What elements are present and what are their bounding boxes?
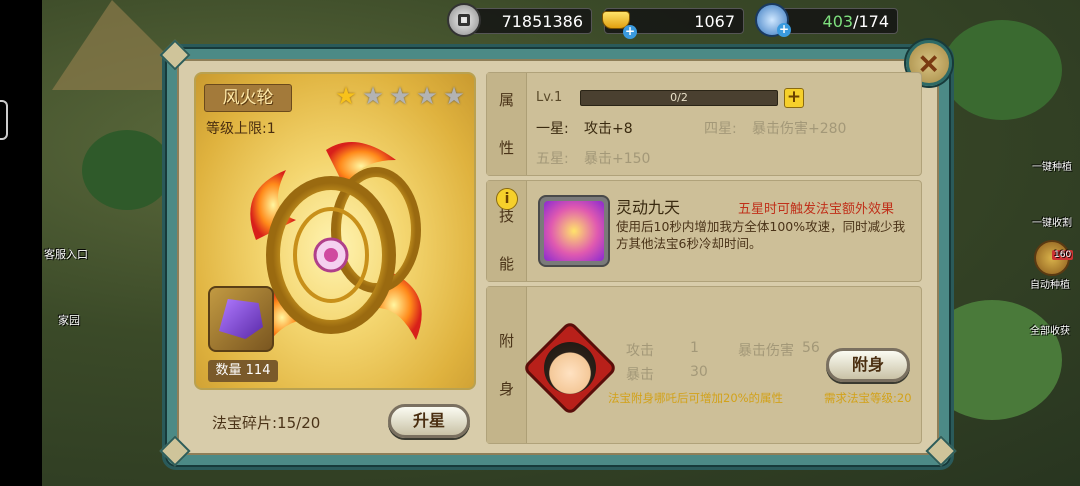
badge: 160 xyxy=(1052,250,1074,260)
attach-panel-label: 附 身 xyxy=(487,287,527,443)
treasure-card: 风火轮 等级上限:1 ★ ★ ★ ★ ★ 数量 114 xyxy=(194,72,476,390)
gold-value: 1067 xyxy=(694,11,735,31)
star-rating: ★ ★ ★ ★ ★ xyxy=(334,84,466,108)
energy-max: /174 xyxy=(853,11,889,31)
upgrade-star-button[interactable]: 升星 xyxy=(388,404,470,438)
add-gold-icon[interactable]: + xyxy=(623,25,637,39)
stat-crit-value: 30 xyxy=(690,364,708,380)
tree xyxy=(942,20,1062,120)
required-level: 需求法宝等级:20 xyxy=(824,391,912,405)
energy-current: 403 xyxy=(822,11,854,31)
label-char: 能 xyxy=(498,255,514,273)
stat-attack-name: 攻击 xyxy=(626,343,654,359)
gold-display[interactable]: + 1067 xyxy=(602,8,744,39)
skill-icon[interactable] xyxy=(538,195,610,267)
star-icon-empty: ★ xyxy=(416,82,438,110)
treasure-name: 风火轮 xyxy=(204,84,292,112)
attr-4-star: 四星: xyxy=(704,121,737,137)
label-char: 身 xyxy=(498,380,514,398)
stat-critdmg-name: 暴击伤害 xyxy=(738,343,794,359)
home-label[interactable]: 家园 xyxy=(58,312,80,328)
right-item-3[interactable]: 自动种植 xyxy=(1030,276,1070,291)
right-item-1[interactable]: 一键种植 xyxy=(1032,158,1072,173)
hero-avatar xyxy=(544,342,596,394)
tree xyxy=(82,130,172,210)
attribute-panel-label: 属 性 xyxy=(487,73,527,175)
coins-value: 71851386 xyxy=(501,11,583,31)
attr-1-value: 攻击+8 xyxy=(584,121,633,137)
label-char: 属 xyxy=(498,91,514,109)
right-item-4[interactable]: 全部收获 xyxy=(1030,322,1070,337)
attr-1-star: 一星: xyxy=(536,121,569,137)
star-icon-filled: ★ xyxy=(335,82,357,110)
skill-description: 使用后10秒内增加我方全体100%攻速，同时减少我方其他法宝6秒冷却时间。 xyxy=(616,219,906,251)
fragment-item-icon[interactable] xyxy=(208,286,274,352)
right-item-2[interactable]: 一键收割 xyxy=(1032,214,1072,229)
attach-bonus-note: 法宝附身哪吒后可增加20%的属性 xyxy=(608,391,784,405)
energy-display[interactable]: + 403/174 xyxy=(755,3,898,37)
attr-4-value: 暴击伤害+280 xyxy=(752,121,847,137)
star-icon-empty: ★ xyxy=(389,82,411,110)
star-icon-empty: ★ xyxy=(443,82,465,110)
skill-name: 灵动九天 xyxy=(616,198,681,217)
stat-critdmg-value: 56 xyxy=(802,340,820,356)
attach-button[interactable]: 附身 xyxy=(826,348,910,382)
potion-icon: + xyxy=(755,3,791,37)
coins-display: 71851386 xyxy=(447,3,592,37)
level-progress-bar: 0/2 xyxy=(580,90,778,106)
gold-ingot-icon: + xyxy=(599,3,637,39)
label-char: 附 xyxy=(498,332,514,350)
attr-5-value: 暴击+150 xyxy=(584,151,651,167)
attr-5-star: 五星: xyxy=(536,151,569,167)
skill-requirement: 五星时可触发法宝额外效果 xyxy=(738,202,895,217)
left-black-bar xyxy=(0,0,42,486)
fragment-quantity: 数量 114 xyxy=(208,360,278,382)
add-level-button[interactable]: + xyxy=(784,88,804,108)
fragment-progress: 法宝碎片:15/20 xyxy=(212,414,321,432)
star-icon-empty: ★ xyxy=(362,82,384,110)
side-tab-handle[interactable] xyxy=(0,100,8,140)
info-icon[interactable]: i xyxy=(496,188,518,210)
label-char: 性 xyxy=(498,139,514,157)
add-energy-icon[interactable]: + xyxy=(777,23,791,37)
stat-crit-name: 暴击 xyxy=(626,367,654,383)
stat-attack-value: 1 xyxy=(690,340,699,356)
level-text: Lv.1 xyxy=(536,90,563,105)
coin-icon xyxy=(447,3,481,37)
customer-service-label[interactable]: 客服入口 xyxy=(44,246,88,262)
